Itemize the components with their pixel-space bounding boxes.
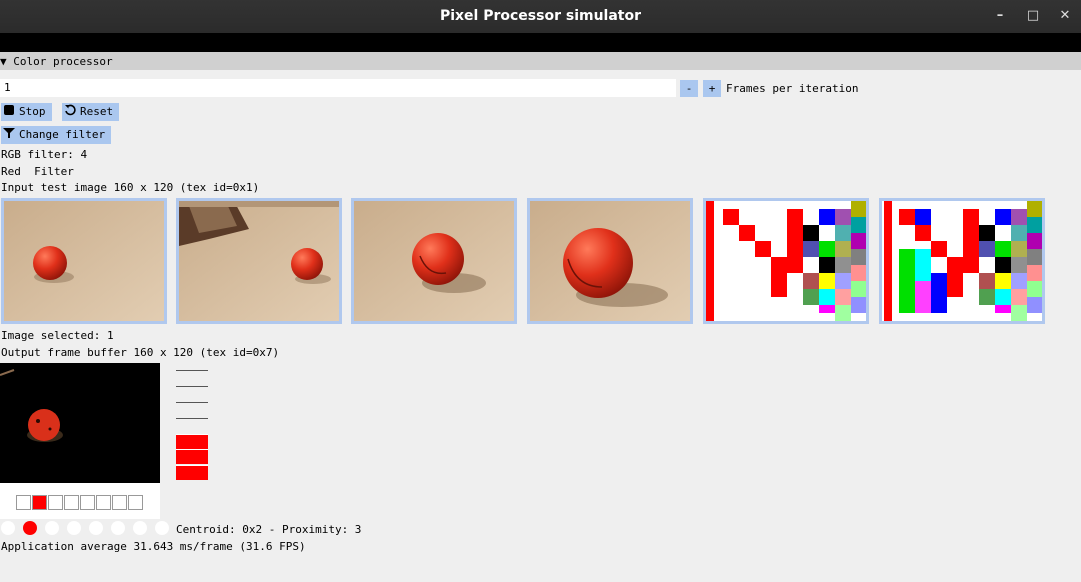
- thumbnail-ball-mid[interactable]: [351, 198, 517, 324]
- color-processor-header[interactable]: ▼ Color processor: [0, 52, 1081, 70]
- filter-icon: [3, 127, 15, 139]
- reset-icon: [64, 104, 76, 116]
- stop-icon: [3, 104, 15, 116]
- histogram-cell: [64, 495, 79, 510]
- reset-label: Reset: [80, 105, 114, 118]
- ball-image: [354, 201, 514, 321]
- level-block: [176, 449, 208, 464]
- output-buffer-caption: Output frame buffer 160 x 120 (tex id=0x…: [1, 346, 280, 359]
- histogram-cell: [48, 495, 63, 510]
- thumbnail-pattern-a[interactable]: [703, 198, 869, 324]
- window-titlebar: Pixel Processor simulator – □ ✕: [0, 0, 1081, 33]
- increment-button[interactable]: +: [703, 80, 721, 97]
- close-button[interactable]: ✕: [1055, 6, 1075, 26]
- thumbnail-ball-far[interactable]: [1, 198, 167, 324]
- indicator-dot: [45, 521, 59, 535]
- pattern-image: [706, 201, 866, 321]
- ball-image: [530, 201, 690, 321]
- thumbnail-ball-right-box[interactable]: [176, 198, 342, 324]
- level-block: [176, 434, 208, 449]
- filter-name-text: Red Filter: [1, 165, 74, 178]
- app-average-text: Application average 31.643 ms/frame (31.…: [1, 540, 306, 553]
- frames-label: Frames per iteration: [726, 82, 859, 95]
- section-label: ▼ Color processor: [0, 55, 113, 68]
- image-selected-text: Image selected: 1: [1, 329, 114, 342]
- level-line: [176, 386, 208, 387]
- reset-button[interactable]: Reset: [62, 103, 120, 121]
- output-frame-image: [0, 363, 160, 483]
- window-title: Pixel Processor simulator: [439, 8, 642, 24]
- menu-strip: [0, 33, 1081, 52]
- histogram-cell: [32, 495, 47, 510]
- change-filter-label: Change filter: [19, 128, 106, 141]
- stop-label: Stop: [19, 105, 46, 118]
- indicator-dot: [67, 521, 81, 535]
- change-filter-button[interactable]: Change filter: [1, 126, 112, 144]
- indicator-dot: [1, 521, 15, 535]
- indicator-dot: [111, 521, 125, 535]
- level-line: [176, 418, 208, 419]
- indicator-dot: [23, 521, 37, 535]
- level-line: [176, 402, 208, 403]
- rgb-filter-text: RGB filter: 4: [1, 148, 88, 161]
- thumbnail-ball-close[interactable]: [527, 198, 693, 324]
- thumbnail-pattern-b[interactable]: [879, 198, 1045, 324]
- histogram-cell: [128, 495, 143, 510]
- level-block: [176, 465, 208, 480]
- level-line: [176, 370, 208, 371]
- centroid-text: Centroid: 0x2 - Proximity: 3: [176, 523, 362, 536]
- indicator-dot: [133, 521, 147, 535]
- ball-image: [4, 201, 164, 321]
- minimize-button[interactable]: –: [990, 6, 1010, 26]
- ball-image: [179, 201, 339, 321]
- stop-button[interactable]: Stop: [1, 103, 52, 121]
- decrement-button[interactable]: -: [680, 80, 698, 97]
- input-image-caption: Input test image 160 x 120 (tex id=0x1): [1, 181, 260, 194]
- histogram-cell: [112, 495, 127, 510]
- histogram-cell: [16, 495, 31, 510]
- histogram-cell: [96, 495, 111, 510]
- indicator-dot: [89, 521, 103, 535]
- maximize-button[interactable]: □: [1023, 6, 1043, 26]
- pattern-image: [882, 201, 1042, 321]
- frames-value: 1: [4, 81, 11, 94]
- frames-input[interactable]: 1: [0, 79, 676, 97]
- histogram-cell: [80, 495, 95, 510]
- indicator-dot: [155, 521, 169, 535]
